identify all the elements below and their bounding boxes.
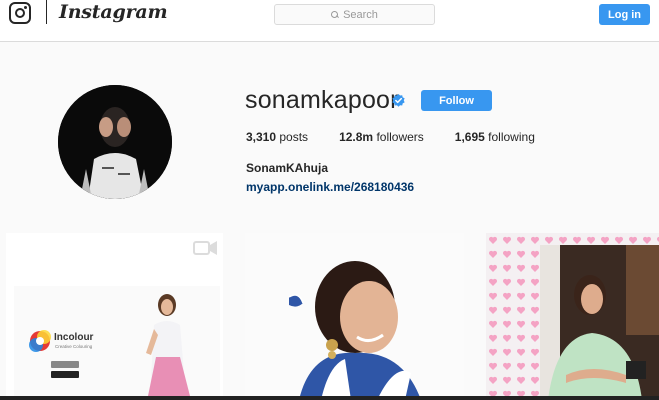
- search-input[interactable]: Search: [274, 4, 435, 25]
- profile-stats: 3,310 posts 12.8m followers 1,695 follow…: [246, 130, 566, 144]
- profile-username: sonamkapoor: [245, 86, 399, 114]
- following-label: following: [488, 130, 535, 144]
- login-button[interactable]: Log in: [599, 4, 650, 25]
- following-count: 1,695: [454, 130, 485, 144]
- followers-count: 12.8m: [339, 130, 374, 144]
- profile-full-name: SonamKAhuja: [246, 161, 329, 175]
- profile-avatar[interactable]: [58, 85, 172, 199]
- follow-button[interactable]: Follow: [421, 90, 492, 111]
- instagram-glyph-icon[interactable]: [9, 2, 31, 24]
- ad-tagline-text: Creative Colouring: [55, 344, 93, 349]
- search-placeholder: Search: [343, 8, 378, 21]
- logo-divider: [46, 0, 47, 24]
- post-thumbnail-3[interactable]: [486, 233, 659, 400]
- post-thumbnail-1[interactable]: Incolour Creative Colouring: [6, 233, 223, 400]
- verified-badge-icon: [392, 94, 405, 107]
- post-thumbnail-2[interactable]: [245, 233, 464, 400]
- posts-stat: 3,310 posts: [246, 130, 308, 144]
- following-stat[interactable]: 1,695 following: [455, 130, 535, 144]
- bio-link[interactable]: myapp.onelink.me/268180436: [246, 180, 414, 194]
- followers-stat[interactable]: 12.8m followers: [339, 130, 424, 144]
- search-icon: [331, 10, 339, 19]
- posts-count: 3,310: [246, 130, 277, 144]
- top-nav-bar: Instagram Search Log in: [0, 0, 659, 42]
- ad-brand-text: Incolour: [54, 332, 94, 343]
- posts-label: posts: [279, 130, 309, 144]
- followers-label: followers: [376, 130, 424, 144]
- bottom-bar: [0, 396, 659, 400]
- instagram-wordmark[interactable]: Instagram: [59, 1, 168, 23]
